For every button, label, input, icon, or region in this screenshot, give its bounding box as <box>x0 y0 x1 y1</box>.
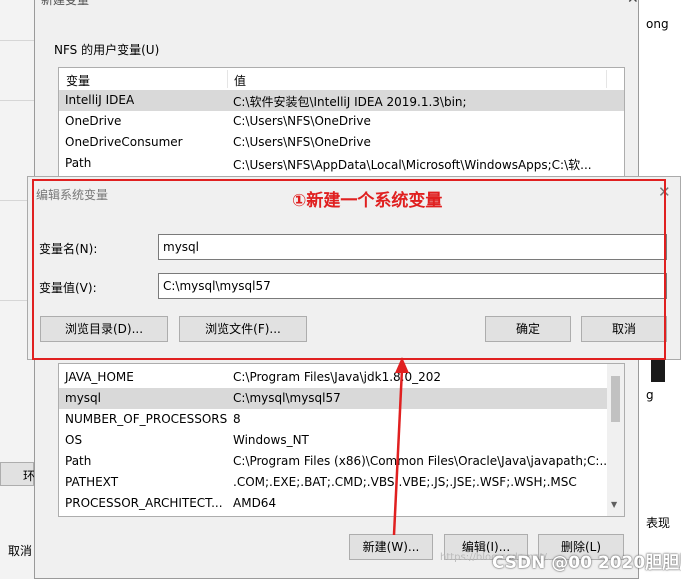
system-variables-list[interactable]: JAVA_HOME C:\Program Files\Java\jdk1.8.0… <box>58 363 625 517</box>
annotation-text: ①新建一个系统变量 <box>292 191 443 211</box>
var-name: OneDrive <box>65 114 122 128</box>
var-value: C:\Users\NFS\OneDrive <box>233 135 371 149</box>
var-name: Path <box>65 454 92 468</box>
background-button[interactable]: 环 <box>0 462 35 486</box>
var-value: 8 <box>233 412 241 426</box>
user-var-row[interactable]: OneDriveConsumer C:\Users\NFS\OneDrive <box>59 132 624 153</box>
column-header-variable[interactable]: 变量 <box>66 72 90 89</box>
var-name: Path <box>65 156 92 170</box>
var-value: AMD64 <box>233 496 277 510</box>
system-var-row[interactable]: OS Windows_NT <box>59 430 624 451</box>
column-separator <box>606 70 607 88</box>
background-cancel-text[interactable]: 取消 <box>8 542 32 559</box>
var-name: IntelliJ IDEA <box>65 93 135 107</box>
csdn-watermark: CSDN @00 2020胆胆胆 <box>492 553 681 573</box>
var-value: Windows_NT <box>233 433 309 447</box>
scrollbar-thumb[interactable] <box>611 376 620 422</box>
ok-button[interactable]: 确定 <box>485 316 571 342</box>
system-var-row[interactable]: Path C:\Program Files (x86)\Common Files… <box>59 451 624 472</box>
column-separator <box>227 70 228 88</box>
user-var-row[interactable]: Path C:\Users\NFS\AppData\Local\Microsof… <box>59 153 624 174</box>
browse-directory-button[interactable]: 浏览目录(D)... <box>40 316 168 342</box>
user-var-row[interactable]: OneDrive C:\Users\NFS\OneDrive <box>59 111 624 132</box>
var-value: C:\Users\NFS\OneDrive <box>233 114 371 128</box>
var-name: NUMBER_OF_PROCESSORS <box>65 412 228 426</box>
variable-name-input[interactable] <box>158 234 667 260</box>
var-name: OS <box>65 433 83 447</box>
divider <box>0 100 34 101</box>
background-text: 表现 <box>646 516 671 530</box>
system-var-row[interactable]: mysql C:\mysql\mysql57 <box>59 388 609 409</box>
close-icon[interactable]: ✕ <box>658 183 671 201</box>
dialog-title: 编辑系统变量 <box>36 188 109 202</box>
user-variables-list[interactable]: 变量 值 IntelliJ IDEA C:\软件安装包\IntelliJ IDE… <box>58 67 625 179</box>
var-name: PROCESSOR_ARCHITECT... <box>65 496 223 510</box>
background-text: ong <box>646 17 669 31</box>
scrollbar[interactable]: ▼ <box>607 364 624 516</box>
var-name: OneDriveConsumer <box>65 135 183 149</box>
user-var-row[interactable]: IntelliJ IDEA C:\软件安装包\IntelliJ IDEA 201… <box>59 90 624 111</box>
system-var-row[interactable]: JAVA_HOME C:\Program Files\Java\jdk1.8.0… <box>59 367 624 388</box>
variable-value-label: 变量值(V): <box>39 281 97 295</box>
background-dark-block <box>651 360 665 382</box>
browse-file-button[interactable]: 浏览文件(F)... <box>179 316 307 342</box>
dialog-title: 新建变量 <box>41 0 90 7</box>
var-value: C:\Users\NFS\AppData\Local\Microsoft\Win… <box>233 158 592 172</box>
column-header-value[interactable]: 值 <box>234 72 246 89</box>
var-value: C:\软件安装包\IntelliJ IDEA 2019.1.3\bin; <box>233 95 467 109</box>
var-value: C:\mysql\mysql57 <box>233 391 341 405</box>
background-text: g <box>646 388 654 402</box>
var-name: mysql <box>65 391 101 405</box>
list-header: 变量 值 <box>59 68 624 91</box>
var-name: PATHEXT <box>65 475 119 489</box>
divider <box>0 40 34 41</box>
variable-name-label: 变量名(N): <box>39 242 98 256</box>
cancel-button[interactable]: 取消 <box>581 316 667 342</box>
var-value: C:\Program Files (x86)\Common Files\Orac… <box>233 454 611 468</box>
scroll-down-icon[interactable]: ▼ <box>611 500 617 509</box>
system-var-row[interactable]: PATHEXT .COM;.EXE;.BAT;.CMD;.VBS;.VBE;.J… <box>59 472 624 493</box>
annotation-arrow-icon <box>392 357 409 536</box>
variable-value-input[interactable] <box>158 273 667 299</box>
user-variables-label: NFS 的用户变量(U) <box>54 43 160 57</box>
system-var-row[interactable]: PROCESSOR_ARCHITECT... AMD64 <box>59 493 624 514</box>
var-name: JAVA_HOME <box>65 370 134 384</box>
system-var-row[interactable]: NUMBER_OF_PROCESSORS 8 <box>59 409 624 430</box>
close-icon[interactable]: ✕ <box>627 0 639 7</box>
